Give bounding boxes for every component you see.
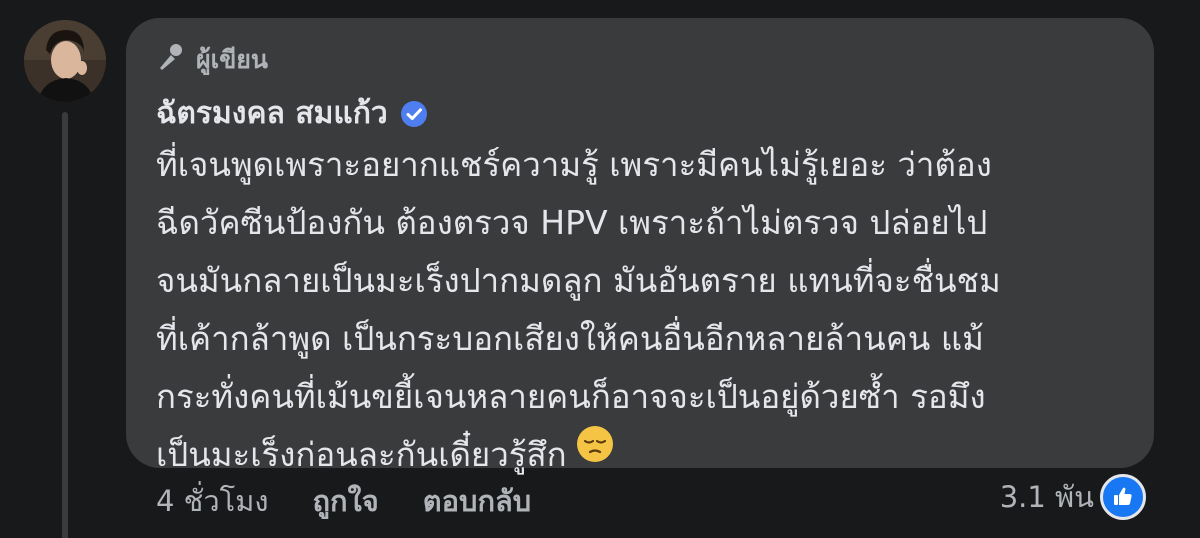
- relieved-face-emoji-icon: [575, 424, 615, 482]
- author-badge-label: ผู้เขียน: [196, 45, 269, 74]
- comment-text: ที่เจนพูดเพราะอยากแชร์ความรู้ เพราะมีคนไ…: [156, 136, 1131, 486]
- author-name-row: ฉัตรมงคล สมแก้ว: [156, 90, 428, 137]
- like-button[interactable]: ถูกใจ: [313, 478, 379, 524]
- comment-text-line: ที่เจนพูดเพราะอยากแชร์ความรู้ เพราะมีคนไ…: [156, 145, 992, 184]
- avatar-photo: [24, 20, 106, 102]
- reaction-count: 3.1 พัน: [999, 480, 1094, 514]
- comment-thread: ผู้เขียน ฉัตรมงคล สมแก้ว ที่เจนพูดเพราะอ…: [0, 0, 1200, 538]
- comment-text-line: ฉีดวัคซีนป้องกัน ต้องตรวจ HPV เพราะถ้าไม…: [156, 203, 988, 242]
- comment-text-line: จนมันกลายเป็นมะเร็งปากมดลูก มันอันตราย แ…: [156, 261, 1001, 300]
- reply-button[interactable]: ตอบกลับ: [423, 478, 531, 524]
- comment-text-line: ที่เค้ากล้าพูด เป็นกระบอกเสียงให้คนอื่นอ…: [156, 319, 984, 358]
- comment-bubble: ผู้เขียน ฉัตรมงคล สมแก้ว ที่เจนพูดเพราะอ…: [126, 18, 1154, 474]
- verified-badge-icon: [400, 100, 428, 128]
- comment-text-line: เป็นมะเร็งก่อนละกันเดี๋ยวรู้สึก: [156, 435, 567, 474]
- comment-timestamp[interactable]: 4 ชั่วโมง: [156, 478, 269, 524]
- author-name[interactable]: ฉัตรมงคล สมแก้ว: [156, 90, 388, 137]
- thumbs-up-icon: [1100, 474, 1146, 520]
- comment-text-last-line: เป็นมะเร็งก่อนละกันเดี๋ยวรู้สึก: [156, 424, 1131, 486]
- microphone-icon: [156, 42, 196, 78]
- thread-connector-line: [62, 112, 68, 538]
- reaction-summary[interactable]: 3.1 พัน: [1000, 474, 1146, 520]
- author-badge: ผู้เขียน: [156, 40, 268, 80]
- comment-text-line: กระทั่งคนที่เม้นขยี้เจนหลายคนก็อาจจะเป็น…: [156, 377, 986, 416]
- avatar[interactable]: [24, 20, 106, 102]
- comment-actions: 4 ชั่วโมง ถูกใจ ตอบกลับ: [156, 478, 531, 524]
